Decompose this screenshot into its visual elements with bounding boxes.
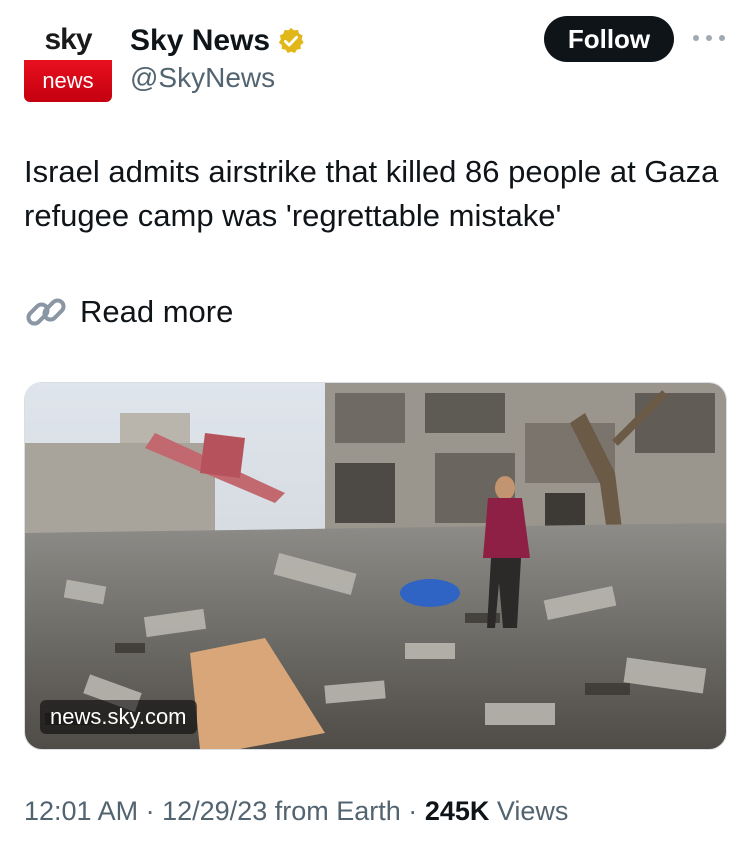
handle[interactable]: @SkyNews — [130, 62, 306, 94]
meta-separator: · — [408, 796, 418, 826]
avatar[interactable]: sky news — [24, 20, 112, 102]
link-icon — [26, 298, 66, 326]
media-source-label: news.sky.com — [40, 700, 197, 734]
display-name[interactable]: Sky News — [130, 24, 270, 58]
views-label: Views — [496, 796, 569, 826]
rubble-photo — [25, 383, 726, 749]
meta-separator: · — [145, 796, 155, 826]
more-horizontal-icon[interactable] — [693, 28, 725, 48]
tweet-date[interactable]: 12/29/23 — [162, 796, 267, 826]
verified-badge-icon — [278, 27, 304, 53]
avatar-logo-bottom: news — [24, 60, 112, 102]
tweet-via: from Earth — [274, 796, 401, 826]
read-more-label: Read more — [80, 294, 234, 329]
tweet-time[interactable]: 12:01 AM — [24, 796, 138, 826]
read-more-link[interactable]: Read more — [24, 290, 233, 334]
tweet-meta: 12:01 AM · 12/29/23 from Earth · 245K Vi… — [24, 796, 568, 827]
views-count: 245K — [424, 796, 490, 826]
name-row: Sky News — [130, 24, 306, 58]
avatar-logo-top: sky — [44, 23, 92, 56]
tweet-text: Israel admits airstrike that killed 86 p… — [24, 154, 719, 233]
account-names: Sky News @SkyNews — [130, 24, 306, 94]
media-image[interactable] — [24, 382, 727, 750]
follow-button[interactable]: Follow — [544, 16, 674, 62]
